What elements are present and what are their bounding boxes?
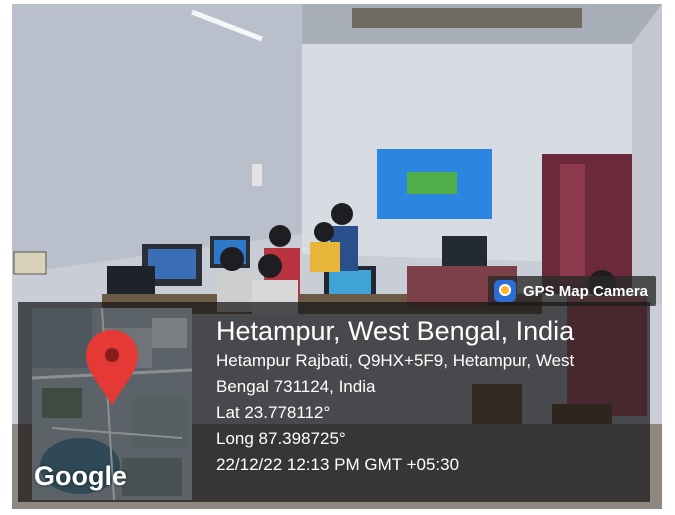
longitude: Long 87.398725°	[216, 429, 346, 448]
location-title: Hetampur, West Bengal, India	[216, 316, 575, 346]
location-info-panel: Google Hetampur, West Bengal, India Heta…	[18, 302, 650, 502]
gps-map-camera-app-icon	[493, 280, 516, 302]
location-details: Hetampur, West Bengal, India Hetampur Ra…	[216, 314, 574, 478]
address-line-2: Bengal 731124, India	[216, 377, 376, 396]
gps-map-camera-label: GPS Map Camera	[522, 282, 648, 300]
google-logo: Google	[34, 461, 127, 491]
latitude: Lat 23.778112°	[216, 403, 331, 422]
address-line-1: Hetampur Rajbati, Q9HX+5F9, Hetampur, We…	[216, 351, 575, 370]
timestamp: 22/12/22 12:13 PM GMT +05:30	[216, 455, 460, 474]
satellite-map-thumbnail: Google	[32, 308, 192, 500]
